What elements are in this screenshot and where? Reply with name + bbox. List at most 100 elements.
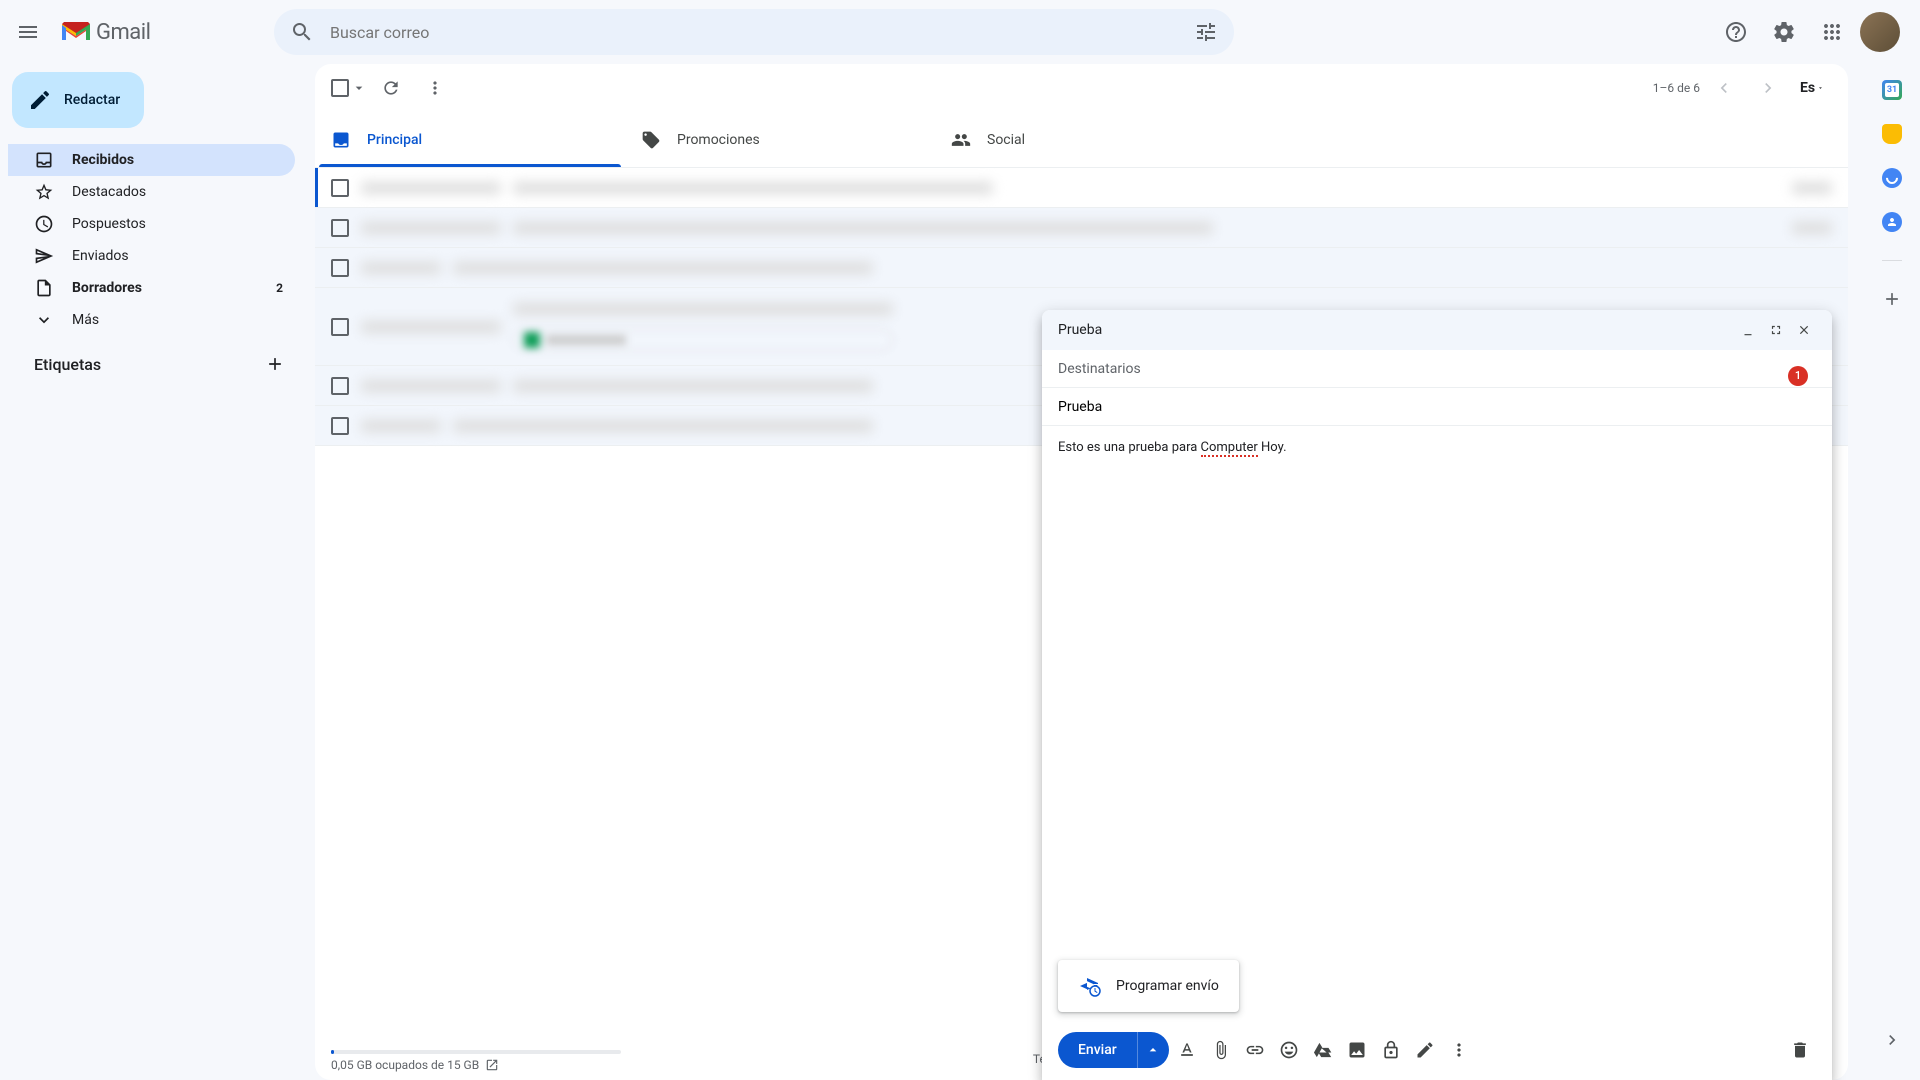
send-button-group: Enviar — [1058, 1032, 1169, 1068]
sidebar-item-label: Enviados — [72, 248, 129, 264]
mail-subject — [453, 262, 873, 274]
mail-row[interactable] — [315, 248, 1848, 288]
attachment-chip[interactable] — [513, 329, 893, 351]
insert-photo-button[interactable] — [1341, 1034, 1373, 1066]
compose-body[interactable]: Esto es una prueba para Computer Hoy. 1 — [1042, 426, 1832, 1020]
hide-side-panel-button[interactable] — [1872, 1020, 1912, 1060]
close-button[interactable] — [1792, 318, 1816, 342]
compose-window: Prueba Destinatarios Esto es una prueba … — [1042, 310, 1832, 1080]
subject-input[interactable] — [1058, 399, 1816, 415]
compose-titlebar[interactable]: Prueba — [1042, 310, 1832, 350]
mail-toolbar: 1–6 de 6 Es — [315, 64, 1848, 112]
mail-row[interactable] — [315, 208, 1848, 248]
row-checkbox[interactable] — [331, 179, 349, 197]
compose-toolbar: Enviar — [1042, 1020, 1832, 1080]
row-checkbox[interactable] — [331, 219, 349, 237]
more-options-button[interactable] — [1443, 1034, 1475, 1066]
schedule-send-icon — [1078, 974, 1102, 998]
row-checkbox[interactable] — [331, 417, 349, 435]
search-button[interactable] — [282, 12, 322, 52]
formatting-button[interactable] — [1171, 1034, 1203, 1066]
minimize-button[interactable] — [1736, 318, 1760, 342]
help-icon — [1724, 20, 1748, 44]
mail-subject — [513, 222, 1213, 234]
sidebar-item-inbox[interactable]: Recibidos — [8, 144, 295, 176]
caret-up-icon — [1145, 1042, 1161, 1058]
contacts-addon[interactable] — [1882, 212, 1902, 232]
lang-code: Es — [1800, 80, 1815, 96]
caret-down-icon — [351, 80, 367, 96]
link-button[interactable] — [1239, 1034, 1271, 1066]
gmail-logo[interactable]: Gmail — [56, 20, 256, 45]
storage-info[interactable]: 0,05 GB ocupados de 15 GB — [331, 1046, 621, 1072]
refresh-button[interactable] — [371, 68, 411, 108]
storage-text: 0,05 GB ocupados de 15 GB — [331, 1058, 479, 1072]
rail-divider — [1882, 260, 1902, 261]
tab-label: Promociones — [677, 132, 760, 148]
subject-field[interactable] — [1042, 388, 1832, 426]
send-button[interactable]: Enviar — [1058, 1032, 1137, 1068]
emoji-button[interactable] — [1273, 1034, 1305, 1066]
keep-addon[interactable] — [1882, 124, 1902, 144]
settings-button[interactable] — [1764, 12, 1804, 52]
gear-icon — [1772, 20, 1796, 44]
compose-button[interactable]: Redactar — [12, 72, 144, 128]
apps-grid-icon — [1820, 20, 1844, 44]
search-options-button[interactable] — [1186, 12, 1226, 52]
sidebar-item-sent[interactable]: Enviados — [8, 240, 295, 272]
apps-button[interactable] — [1812, 12, 1852, 52]
sidebar-item-starred[interactable]: Destacados — [8, 176, 295, 208]
calendar-addon[interactable]: 31 — [1882, 80, 1902, 100]
row-checkbox[interactable] — [331, 377, 349, 395]
recipients-field[interactable]: Destinatarios — [1042, 350, 1832, 388]
pencil-icon — [28, 88, 52, 112]
schedule-send-popup[interactable]: Programar envío — [1058, 960, 1239, 1012]
ink-pen-icon — [1415, 1040, 1435, 1060]
mail-subject — [513, 303, 893, 315]
close-icon — [1797, 323, 1811, 337]
sidebar-item-drafts[interactable]: Borradores 2 — [8, 272, 295, 304]
tasks-addon[interactable] — [1882, 168, 1902, 188]
search-icon — [290, 20, 314, 44]
sidebar-item-snoozed[interactable]: Pospuestos — [8, 208, 295, 240]
sidebar-item-more[interactable]: Más — [8, 304, 295, 336]
chevron-left-icon — [1714, 78, 1734, 98]
schedule-send-label: Programar envío — [1116, 978, 1219, 994]
more-button[interactable] — [415, 68, 455, 108]
tab-primary[interactable]: Principal — [315, 112, 625, 167]
side-panel: 31 — [1864, 64, 1920, 1080]
plus-icon — [1882, 289, 1902, 309]
file-icon — [34, 278, 54, 298]
discard-draft-button[interactable] — [1784, 1034, 1816, 1066]
send-options-button[interactable] — [1137, 1032, 1169, 1068]
account-avatar[interactable] — [1860, 12, 1900, 52]
row-checkbox[interactable] — [331, 259, 349, 277]
search-bar[interactable] — [274, 9, 1234, 55]
mail-row[interactable] — [315, 168, 1848, 208]
attach-button[interactable] — [1205, 1034, 1237, 1066]
star-icon — [34, 182, 54, 202]
signature-button[interactable] — [1409, 1034, 1441, 1066]
search-input[interactable] — [322, 23, 1186, 42]
add-label-button[interactable] — [261, 350, 289, 378]
confidential-button[interactable] — [1375, 1034, 1407, 1066]
drive-button[interactable] — [1307, 1034, 1339, 1066]
tab-promotions[interactable]: Promociones — [625, 112, 935, 167]
fullscreen-button[interactable] — [1764, 318, 1788, 342]
next-page-button[interactable] — [1748, 68, 1788, 108]
prev-page-button[interactable] — [1704, 68, 1744, 108]
open-in-new-icon — [485, 1058, 499, 1072]
select-all[interactable] — [331, 79, 367, 97]
select-all-checkbox[interactable] — [331, 79, 349, 97]
input-tools-button[interactable]: Es — [1792, 68, 1832, 108]
get-addons-button[interactable] — [1882, 289, 1902, 309]
support-button[interactable] — [1716, 12, 1756, 52]
mail-date — [1792, 222, 1832, 234]
main-menu-button[interactable] — [8, 12, 48, 52]
tab-social[interactable]: Social — [935, 112, 1245, 167]
body-text-pre: Esto es una prueba para — [1058, 440, 1201, 455]
spell-error-word[interactable]: Computer — [1201, 440, 1258, 457]
tag-icon — [641, 130, 661, 150]
send-label: Enviar — [1078, 1042, 1117, 1058]
row-checkbox[interactable] — [331, 318, 349, 336]
